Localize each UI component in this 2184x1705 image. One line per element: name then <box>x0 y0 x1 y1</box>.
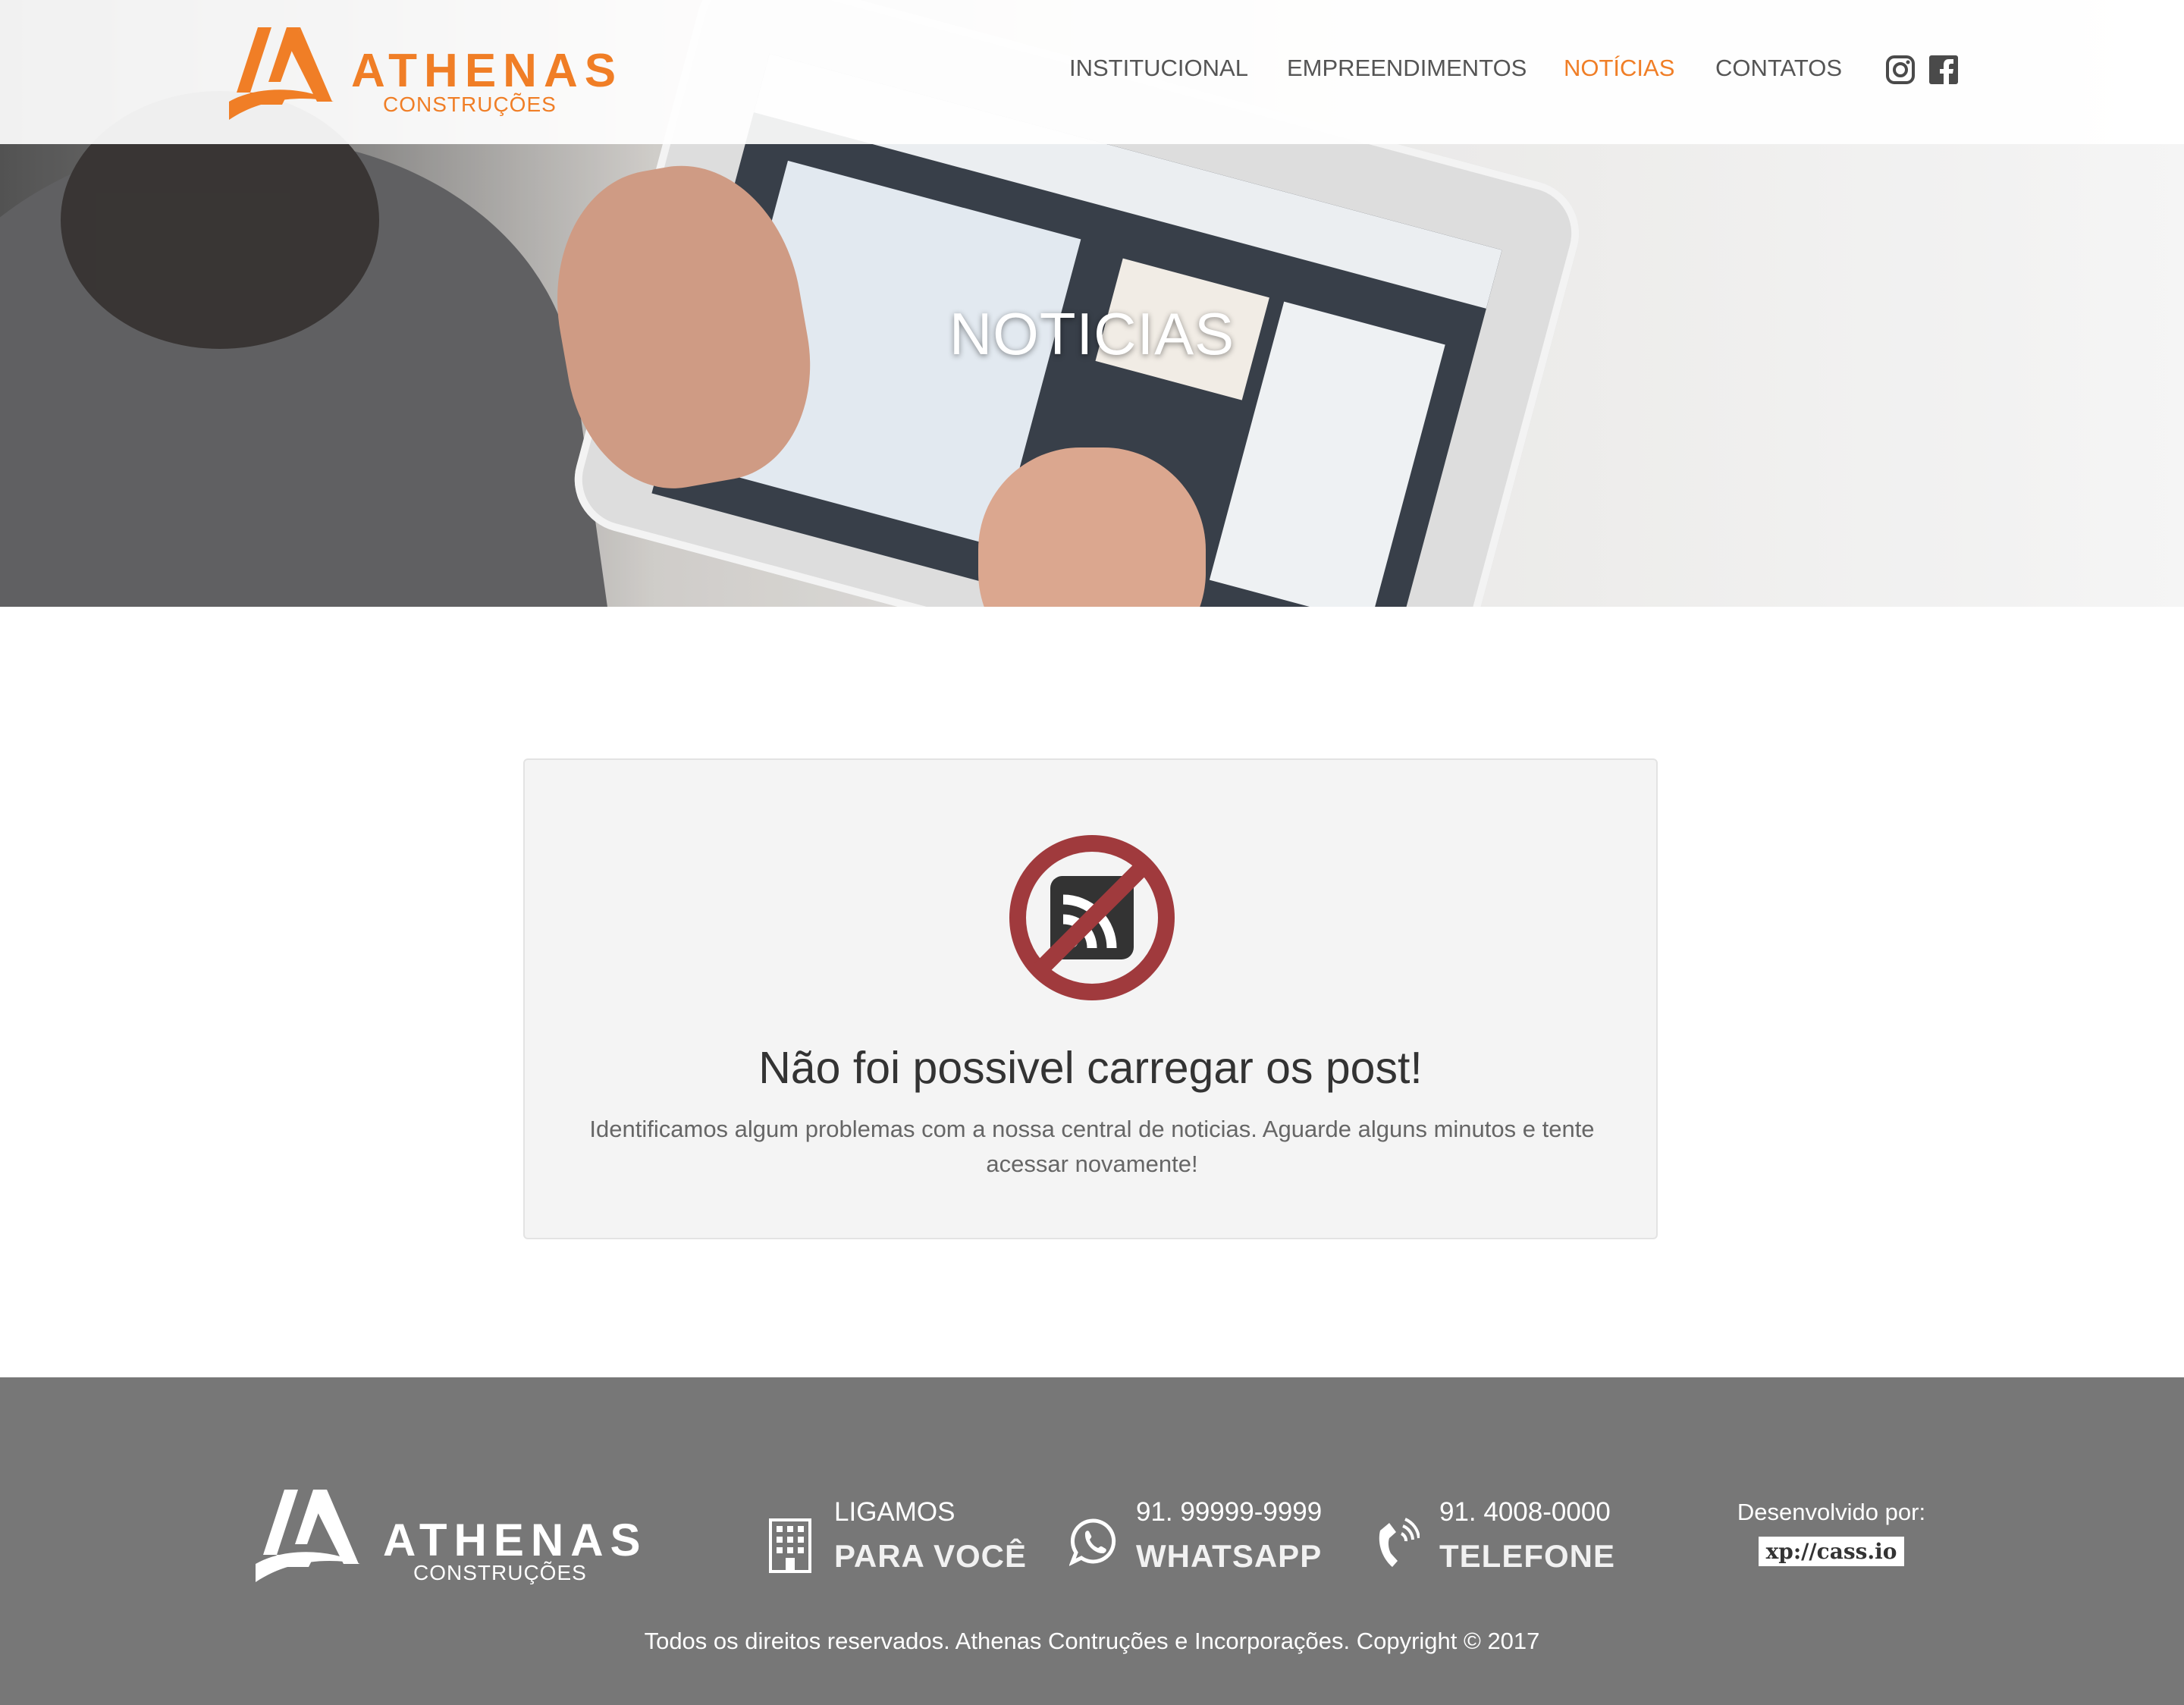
copyright-text: Todos os direitos reservados. Athenas Co… <box>644 1628 1540 1654</box>
developer-badge-link[interactable]: xp://cass.io <box>1758 1537 1905 1566</box>
facebook-icon[interactable] <box>1928 55 1959 85</box>
error-title: Não foi possivel carregar os post! <box>758 1043 1423 1093</box>
building-icon <box>769 1518 811 1573</box>
site-footer: ATHENAS CONSTRUÇÕES LIGAMOS PARA VOCÊ 91… <box>0 1377 2184 1705</box>
developer-credit: Desenvolvido por: xp://cass.io <box>1721 1499 1941 1566</box>
footer-logo[interactable]: ATHENAS CONSTRUÇÕES <box>254 1485 641 1584</box>
phone-icon <box>1379 1518 1420 1567</box>
footer-logo-subtitle: CONSTRUÇÕES <box>413 1561 587 1584</box>
error-card: Não foi possivel carregar os post! Ident… <box>523 758 1658 1239</box>
logo-subtitle: CONSTRUÇÕES <box>383 93 557 116</box>
nav-item-institucional[interactable]: INSTITUCIONAL <box>1069 55 1248 82</box>
nav-item-contatos[interactable]: CONTATOS <box>1715 55 1842 82</box>
contact-line2: WHATSAPP <box>1136 1538 1323 1574</box>
footer-logo-brand: ATHENAS <box>383 1515 648 1565</box>
nav-item-empreendimentos[interactable]: EMPREENDIMENTOS <box>1287 55 1527 82</box>
contact-line1: 91. 99999-9999 <box>1136 1497 1323 1527</box>
contact-line1: 91. 4008-0000 <box>1439 1497 1611 1527</box>
instagram-icon[interactable] <box>1885 55 1916 85</box>
logo-brand: ATHENAS <box>351 45 623 97</box>
contact-line2: TELEFONE <box>1439 1538 1616 1574</box>
error-message: Identificamos algum problemas com a noss… <box>589 1116 1595 1177</box>
site-header: ATHENAS CONSTRUÇÕES INSTITUCIONAL EMPREE… <box>0 0 2184 144</box>
developer-label: Desenvolvido por: <box>1737 1499 1926 1525</box>
header-logo[interactable]: ATHENAS CONSTRUÇÕES <box>228 23 616 121</box>
no-rss-icon <box>1009 835 1175 1000</box>
whatsapp-icon <box>1069 1518 1116 1566</box>
athenas-logo-mark-white <box>256 1490 360 1582</box>
nav-item-noticias[interactable]: NOTÍCIAS <box>1564 55 1674 82</box>
athenas-logo-mark <box>229 27 334 120</box>
contact-line1: LIGAMOS <box>834 1497 956 1527</box>
contact-line2: PARA VOCÊ <box>834 1538 1028 1574</box>
page-title: NOTICIAS <box>949 300 1235 367</box>
